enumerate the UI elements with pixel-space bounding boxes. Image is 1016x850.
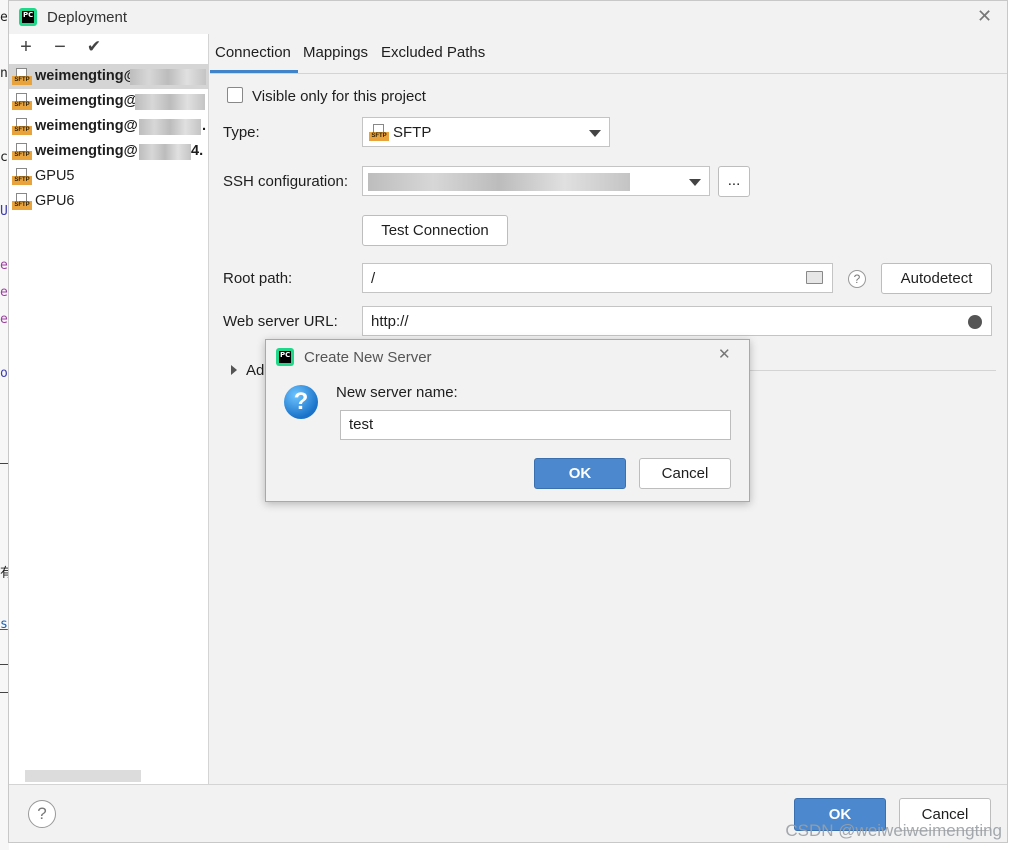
ssh-config-more-button[interactable]: ... [718, 166, 750, 197]
sftp-icon: SFTP [12, 143, 32, 160]
tab-excluded-paths[interactable]: Excluded Paths [381, 44, 485, 61]
pycharm-icon: PC [19, 8, 37, 26]
server-name-tail: 4. [191, 143, 204, 159]
section-divider [749, 370, 996, 371]
redacted-host [130, 69, 206, 85]
set-default-button[interactable]: ✔ [83, 36, 105, 58]
chevron-down-icon [689, 179, 701, 186]
globe-icon[interactable] [968, 315, 982, 329]
dialog-cancel-button[interactable]: Cancel [639, 458, 731, 489]
add-server-button[interactable]: + [15, 36, 37, 58]
tab-bar: Connection Mappings Excluded Paths [210, 34, 1007, 74]
window-title: Deployment [47, 9, 128, 26]
server-item[interactable]: SFTP weimengting@ 4. [9, 139, 209, 164]
type-value: SFTP [393, 124, 432, 141]
pycharm-icon: PC [276, 348, 294, 366]
type-select[interactable]: SFTP SFTP [362, 117, 610, 147]
horizontal-scrollbar[interactable] [25, 770, 141, 782]
dialog-ok-button[interactable]: OK [534, 458, 626, 489]
tab-connection[interactable]: Connection [215, 44, 291, 61]
close-icon[interactable]: ✕ [718, 345, 731, 363]
advanced-section-label[interactable]: Ad [246, 362, 264, 379]
redacted-host [139, 144, 191, 160]
remove-server-button[interactable]: − [49, 36, 71, 58]
sftp-icon: SFTP [12, 118, 32, 135]
type-label: Type: [223, 124, 260, 141]
sftp-icon: SFTP [12, 168, 32, 185]
tab-mappings[interactable]: Mappings [303, 44, 368, 61]
server-name-tail: . [202, 118, 207, 134]
create-server-dialog: PC Create New Server ✕ ? New server name… [265, 339, 750, 502]
prompt-label: New server name: [336, 384, 458, 401]
web-server-url-value: http:// [371, 313, 409, 330]
footer-divider [9, 784, 1007, 785]
root-path-value: / [371, 270, 376, 287]
dialog-title: Create New Server [304, 349, 432, 366]
test-connection-button[interactable]: Test Connection [362, 215, 508, 246]
web-server-url-label: Web server URL: [223, 313, 338, 330]
sftp-icon: SFTP [12, 193, 32, 210]
question-icon: ? [284, 385, 318, 419]
visible-only-label: Visible only for this project [252, 88, 426, 105]
sftp-icon: SFTP [12, 68, 32, 85]
redacted-ssh-config [368, 173, 630, 191]
redacted-host [139, 119, 201, 135]
close-icon[interactable]: ✕ [977, 6, 992, 27]
server-toolbar: + − ✔ [9, 34, 208, 62]
expand-triangle-icon[interactable] [231, 365, 237, 375]
sftp-icon: SFTP [12, 93, 32, 110]
root-path-input[interactable]: / [362, 263, 833, 293]
ssh-config-label: SSH configuration: [223, 173, 349, 190]
help-button[interactable]: ? [28, 800, 56, 828]
server-list: SFTP weimengting@ SFTP weimengting@ SFTP… [9, 64, 209, 214]
root-path-label: Root path: [223, 270, 293, 287]
server-name: GPU6 [35, 193, 75, 209]
server-list-panel: + − ✔ SFTP weimengting@ SFTP weimengting… [9, 34, 209, 784]
active-tab-indicator [210, 70, 298, 73]
server-name: weimengting@ [35, 143, 138, 159]
ssh-config-select[interactable] [362, 166, 710, 196]
autodetect-button[interactable]: Autodetect [881, 263, 992, 294]
redacted-host [135, 94, 205, 110]
server-name: weimengting@ [35, 93, 138, 109]
sftp-icon: SFTP [369, 124, 389, 141]
title-bar: PC Deployment ✕ [9, 1, 1007, 34]
server-item[interactable]: SFTP weimengting@ . [9, 114, 209, 139]
server-name: weimengting@ [35, 68, 138, 84]
help-icon[interactable]: ? [848, 270, 866, 288]
server-name: GPU5 [35, 168, 75, 184]
server-item[interactable]: SFTP weimengting@ [9, 89, 209, 114]
visible-only-checkbox[interactable] [227, 87, 243, 103]
server-item[interactable]: SFTP GPU5 [9, 164, 209, 189]
web-server-url-input[interactable]: http:// [362, 306, 992, 336]
watermark: CSDN @weiweiweimengting [785, 821, 1002, 840]
chevron-down-icon [589, 130, 601, 137]
server-name: weimengting@ [35, 118, 138, 134]
server-item[interactable]: SFTP weimengting@ [9, 64, 209, 89]
folder-icon[interactable] [806, 271, 823, 284]
server-name-input[interactable]: test [340, 410, 731, 440]
server-item[interactable]: SFTP GPU6 [9, 189, 209, 214]
